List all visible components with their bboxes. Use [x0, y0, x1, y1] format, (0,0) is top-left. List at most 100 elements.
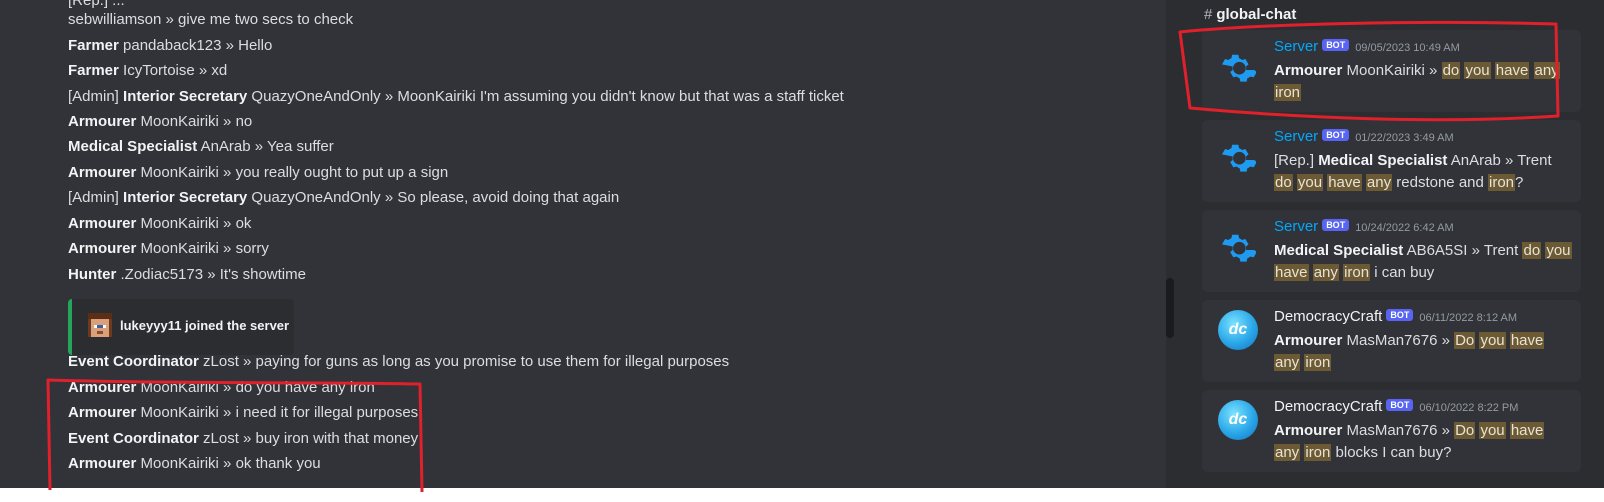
player-head-icon: [88, 313, 112, 337]
result-body: [Rep.] Medical Specialist AnArab » Trent…: [1274, 150, 1574, 194]
search-highlight: you: [1479, 422, 1506, 439]
author-name[interactable]: DemocracyCraft: [1274, 308, 1382, 325]
search-highlight: iron: [1488, 174, 1516, 191]
join-message: lukeyyy11 joined the server: [120, 318, 290, 333]
bot-badge: BOT: [1386, 399, 1414, 411]
gear-icon: [1221, 144, 1256, 172]
author-name[interactable]: DemocracyCraft: [1274, 398, 1382, 415]
message-text: blocks I can buy?: [1331, 444, 1452, 461]
search-highlight: have: [1327, 174, 1362, 191]
search-highlight: do: [1274, 174, 1293, 191]
result-header: Server BOT 10/24/2022 6:42 AM: [1274, 218, 1454, 235]
hash-icon: #: [1204, 6, 1213, 23]
message-text: [1529, 62, 1533, 79]
partial-message: [Rep.] ...: [68, 0, 125, 9]
chat-message: Armourer MoonKairiki » do you have any i…: [68, 379, 375, 396]
scrollbar-track[interactable]: [1166, 0, 1174, 488]
search-result[interactable]: Server BOT 09/05/2023 10:49 AM Armourer Mo…: [1202, 30, 1581, 112]
search-result[interactable]: dc DemocracyCraft BOT 06/11/2022 8:12 AM A…: [1202, 300, 1581, 382]
search-highlight: you: [1479, 332, 1506, 349]
message-text: AB6A5SI » Trent: [1403, 242, 1523, 259]
search-highlight: Do: [1454, 422, 1476, 439]
bottom-strip: [0, 488, 1604, 502]
chat-pane: [Rep.] ... sebwilliamson » give me two s…: [0, 0, 1172, 488]
bot-badge: BOT: [1386, 309, 1414, 321]
result-header: DemocracyCraft BOT 06/11/2022 8:12 AM: [1274, 308, 1517, 325]
search-highlight: you: [1464, 62, 1491, 79]
author-name[interactable]: Server: [1274, 38, 1318, 55]
gear-icon: [1221, 54, 1256, 82]
message-text: redstone and: [1392, 174, 1489, 191]
chat-message: sebwilliamson » give me two secs to chec…: [68, 11, 354, 28]
search-highlight: any: [1312, 264, 1339, 281]
channel-name: global-chat: [1216, 6, 1297, 23]
result-body: Armourer MoonKairiki » do you have any i…: [1274, 60, 1574, 104]
chat-message: Medical Specialist AnArab » Yea suffer: [68, 138, 334, 155]
chat-message: Farmer IcyTortoise » xd: [68, 62, 228, 79]
rank-label: Armourer: [1274, 332, 1343, 349]
search-highlight: any: [1274, 354, 1301, 371]
message-text: AnArab » Trent: [1447, 152, 1552, 169]
chat-message: Armourer MoonKairiki » ok: [68, 215, 252, 232]
timestamp: 01/22/2023 3:49 AM: [1355, 132, 1454, 144]
chat-message: Hunter .Zodiac5173 » It's showtime: [68, 266, 306, 283]
search-result[interactable]: dc DemocracyCraft BOT 06/10/2022 8:22 PM A…: [1202, 390, 1581, 472]
rank-label: Medical Specialist: [1318, 152, 1448, 169]
search-highlight: you: [1545, 242, 1572, 259]
result-header: Server BOT 01/22/2023 3:49 AM: [1274, 128, 1454, 145]
search-result[interactable]: Server BOT 10/24/2022 6:42 AM Medical Spec…: [1202, 210, 1581, 292]
chat-message: Armourer MoonKairiki » ok thank you: [68, 455, 321, 472]
gear-icon: [1221, 234, 1256, 262]
result-header: Server BOT 09/05/2023 10:49 AM: [1274, 38, 1460, 55]
chat-message: Armourer MoonKairiki » i need it for ill…: [68, 404, 419, 421]
timestamp: 06/11/2022 8:12 AM: [1419, 312, 1518, 324]
bot-badge: BOT: [1322, 129, 1350, 141]
author-name[interactable]: Server: [1274, 128, 1318, 145]
dc-logo-avatar[interactable]: dc: [1218, 310, 1258, 350]
message-text: [Rep.]: [1274, 152, 1319, 169]
bot-badge: BOT: [1322, 219, 1350, 231]
result-body: Medical Specialist AB6A5SI » Trent do yo…: [1274, 240, 1574, 284]
timestamp: 09/05/2023 10:49 AM: [1355, 42, 1460, 54]
search-highlight: have: [1509, 332, 1545, 349]
dc-logo-avatar[interactable]: dc: [1218, 400, 1258, 440]
message-text: MoonKairiki »: [1342, 62, 1442, 79]
search-highlight: any: [1365, 174, 1393, 191]
chat-message: Armourer MoonKairiki » you really ought …: [68, 164, 449, 181]
search-result[interactable]: Server BOT 01/22/2023 3:49 AM [Rep.] Medic…: [1202, 120, 1581, 202]
chat-message: Armourer MoonKairiki » no: [68, 113, 253, 130]
scrollbar-thumb[interactable]: [1166, 278, 1174, 338]
message-text: MasMan7676 »: [1342, 332, 1455, 349]
channel-header[interactable]: # global-chat: [1204, 6, 1296, 23]
message-text: i can buy: [1370, 264, 1435, 281]
message-text: MasMan7676 »: [1342, 422, 1455, 439]
timestamp: 06/10/2022 8:22 PM: [1419, 402, 1519, 414]
search-highlight: iron: [1304, 354, 1332, 371]
rank-label: Armourer: [1274, 62, 1343, 79]
result-body: Armourer MasMan7676 » Do you have any ir…: [1274, 330, 1574, 374]
search-highlight: iron: [1274, 84, 1302, 101]
search-highlight: have: [1509, 422, 1545, 439]
chat-message: [Admin] Interior Secretary QuazyOneAndOn…: [68, 189, 620, 206]
chat-message: Armourer MoonKairiki » sorry: [68, 240, 269, 257]
search-highlight: Do: [1454, 332, 1476, 349]
chat-message: [Admin] Interior Secretary QuazyOneAndOn…: [68, 88, 844, 105]
chat-message: Event Coordinator zLost » paying for gun…: [68, 353, 730, 370]
search-highlight: have: [1274, 264, 1309, 281]
chat-message: Event Coordinator zLost » buy iron with …: [68, 430, 419, 447]
result-body: Armourer MasMan7676 » Do you have any ir…: [1274, 420, 1574, 464]
author-name[interactable]: Server: [1274, 218, 1318, 235]
search-highlight: you: [1296, 174, 1324, 191]
search-highlight: iron: [1343, 264, 1371, 281]
search-highlight: any: [1533, 62, 1560, 79]
search-highlight: any: [1274, 444, 1301, 461]
search-highlight: do: [1522, 242, 1542, 259]
join-embed: lukeyyy11 joined the server: [68, 299, 294, 355]
chat-message: Farmer pandaback123 » Hello: [68, 37, 273, 54]
search-highlight: do: [1441, 62, 1461, 79]
rank-label: Armourer: [1274, 422, 1343, 439]
result-header: DemocracyCraft BOT 06/10/2022 8:22 PM: [1274, 398, 1518, 415]
search-highlight: iron: [1304, 444, 1332, 461]
message-text: ?: [1515, 174, 1524, 191]
rank-label: Medical Specialist: [1274, 242, 1404, 259]
